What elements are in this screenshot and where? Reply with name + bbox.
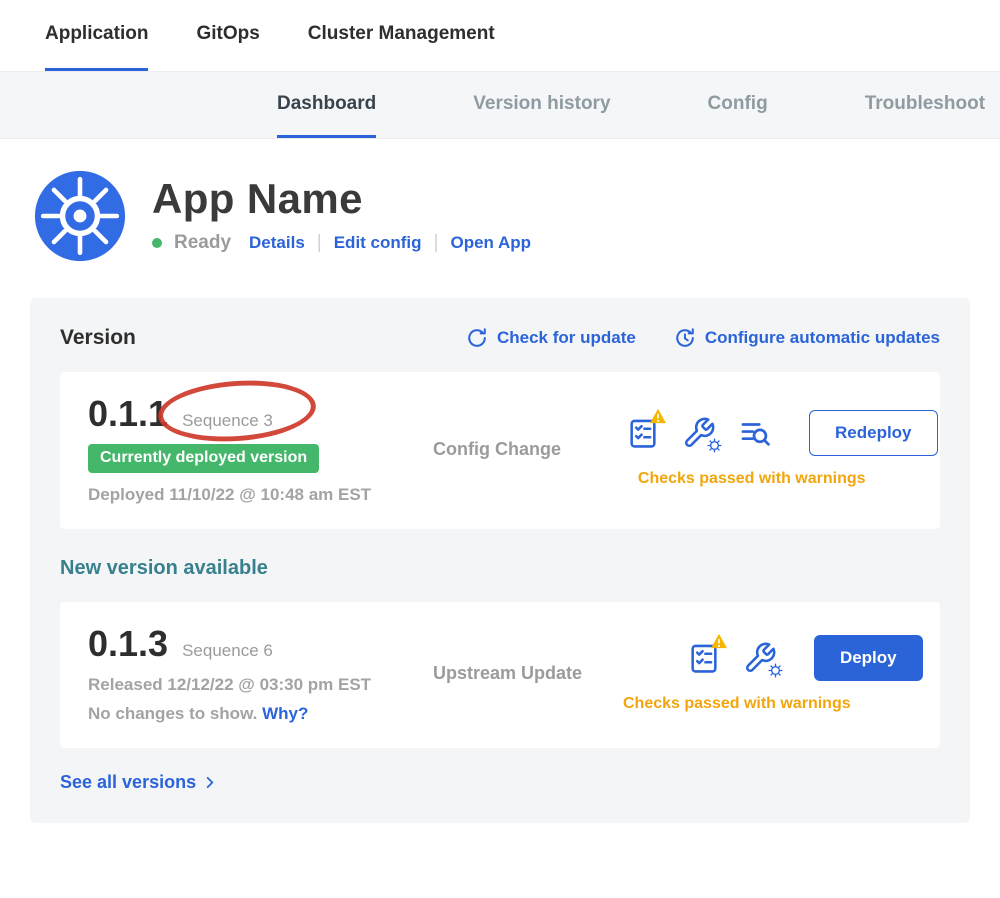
chevron-right-icon bbox=[203, 775, 217, 790]
primary-nav: Application GitOps Cluster Management bbox=[0, 0, 1000, 71]
version-header: Version Check for update Configure autom… bbox=[60, 326, 940, 350]
gear-icon bbox=[767, 662, 784, 679]
new-checks-row: Deploy bbox=[623, 635, 923, 681]
separator: | bbox=[434, 232, 439, 254]
new-sequence-label: Sequence 6 bbox=[182, 641, 273, 661]
app-title: App Name bbox=[152, 178, 531, 220]
version-section-title: Version bbox=[60, 326, 428, 350]
new-release-card: 0.1.3 Sequence 6 Released 12/12/22 @ 03:… bbox=[60, 602, 940, 749]
tab-version-history[interactable]: Version history bbox=[473, 72, 610, 138]
new-release-source: Upstream Update bbox=[433, 663, 623, 684]
checks-warning-text: Checks passed with warnings bbox=[638, 470, 866, 488]
app-sub-nav: Dashboard Version history Config Trouble… bbox=[0, 71, 1000, 139]
refresh-icon bbox=[466, 327, 488, 349]
deploy-button[interactable]: Deploy bbox=[814, 635, 923, 681]
gear-icon bbox=[706, 437, 723, 454]
current-release-card: 0.1.1 Sequence 3 Currently deployed vers… bbox=[60, 372, 940, 529]
checks-warning-text: Checks passed with warnings bbox=[623, 695, 851, 713]
new-version-row: 0.1.3 Sequence 6 bbox=[88, 624, 433, 664]
new-release-info: 0.1.3 Sequence 6 Released 12/12/22 @ 03:… bbox=[88, 624, 433, 725]
tab-cluster-management[interactable]: Cluster Management bbox=[308, 0, 495, 71]
kubernetes-logo-icon bbox=[34, 170, 126, 262]
current-release-info: 0.1.1 Sequence 3 Currently deployed vers… bbox=[88, 394, 433, 505]
status-ready-dot bbox=[152, 238, 162, 248]
redeploy-button[interactable]: Redeploy bbox=[809, 410, 938, 456]
current-version-number: 0.1.1 bbox=[88, 394, 168, 434]
config-wrench-icon[interactable] bbox=[740, 638, 780, 678]
separator: | bbox=[317, 232, 322, 254]
why-link[interactable]: Why? bbox=[262, 704, 308, 723]
configure-automatic-updates-link[interactable]: Configure automatic updates bbox=[674, 327, 940, 349]
no-changes-text: No changes to show. bbox=[88, 704, 257, 723]
check-for-update-label: Check for update bbox=[497, 328, 636, 348]
details-link[interactable]: Details bbox=[249, 233, 305, 253]
see-all-versions-label: See all versions bbox=[60, 772, 196, 793]
deployed-timestamp: Deployed 11/10/22 @ 10:48 am EST bbox=[88, 485, 433, 505]
tab-troubleshoot[interactable]: Troubleshoot bbox=[865, 72, 985, 138]
view-files-icon[interactable] bbox=[735, 413, 775, 453]
tab-config[interactable]: Config bbox=[708, 72, 768, 138]
tab-dashboard[interactable]: Dashboard bbox=[277, 72, 376, 138]
app-header: App Name Ready Details | Edit config | O… bbox=[34, 170, 1000, 262]
changes-note-row: No changes to show. Why? bbox=[88, 704, 433, 724]
current-sequence-label: Sequence 3 bbox=[182, 411, 273, 431]
preflight-checks-icon[interactable] bbox=[684, 638, 724, 678]
app-meta-row: Ready Details | Edit config | Open App bbox=[152, 232, 531, 254]
currently-deployed-badge: Currently deployed version bbox=[88, 444, 319, 473]
config-wrench-icon[interactable] bbox=[679, 413, 719, 453]
current-release-source: Config Change bbox=[433, 439, 623, 460]
preflight-checks-icon[interactable] bbox=[623, 413, 663, 453]
version-section: Version Check for update Configure autom… bbox=[30, 298, 970, 823]
clock-refresh-icon bbox=[674, 327, 696, 349]
current-version-row: 0.1.1 Sequence 3 bbox=[88, 394, 433, 434]
new-version-available-heading: New version available bbox=[60, 557, 940, 580]
configure-automatic-updates-label: Configure automatic updates bbox=[705, 328, 940, 348]
new-version-number: 0.1.3 bbox=[88, 624, 168, 664]
tab-gitops[interactable]: GitOps bbox=[196, 0, 259, 71]
new-release-actions: Deploy Checks passed with warnings bbox=[623, 635, 923, 713]
app-title-block: App Name Ready Details | Edit config | O… bbox=[152, 178, 531, 254]
status-text: Ready bbox=[174, 232, 231, 254]
edit-config-link[interactable]: Edit config bbox=[334, 233, 422, 253]
warning-triangle-icon bbox=[710, 633, 728, 649]
current-checks-row: Redeploy bbox=[623, 410, 938, 456]
tab-application[interactable]: Application bbox=[45, 0, 148, 71]
check-for-update-link[interactable]: Check for update bbox=[466, 327, 636, 349]
see-all-versions-link[interactable]: See all versions bbox=[60, 772, 217, 793]
released-timestamp: Released 12/12/22 @ 03:30 pm EST bbox=[88, 675, 433, 695]
current-release-actions: Redeploy Checks passed with warnings bbox=[623, 410, 938, 488]
open-app-link[interactable]: Open App bbox=[450, 233, 531, 253]
warning-triangle-icon bbox=[649, 408, 667, 424]
